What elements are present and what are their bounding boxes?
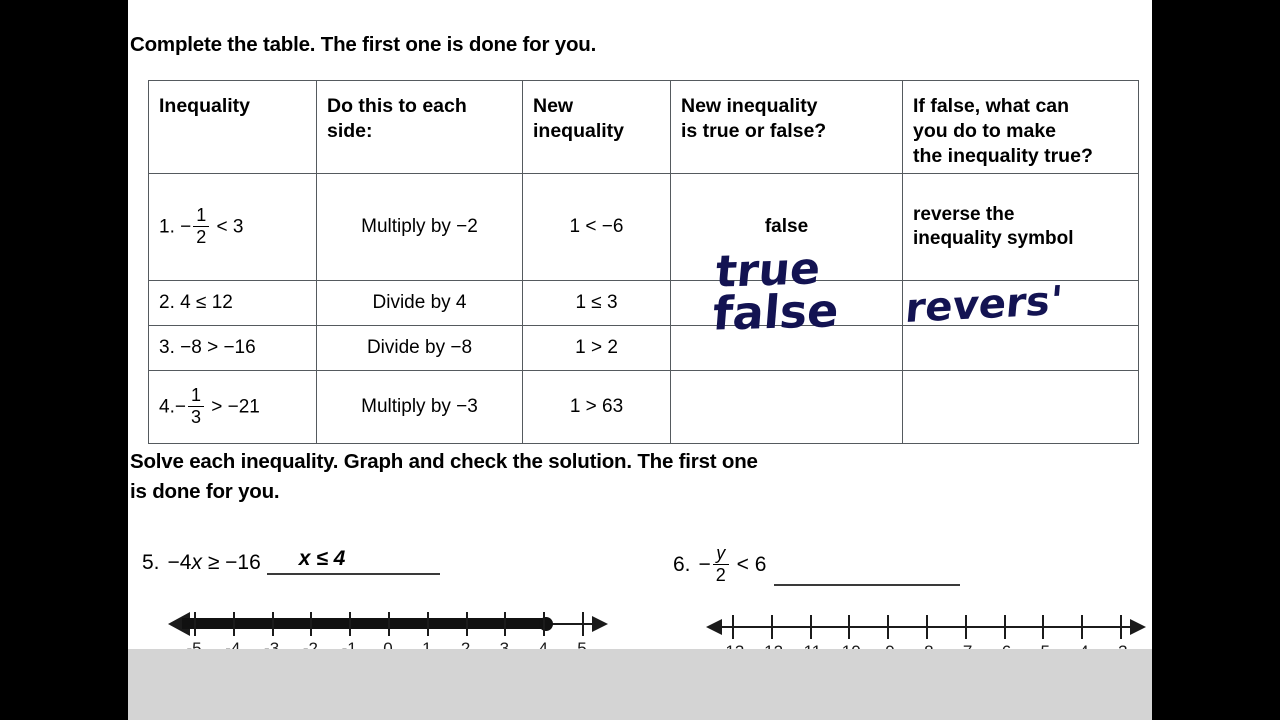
- number-line-tick: [388, 612, 390, 636]
- number-line-tick: [582, 612, 584, 636]
- problem-5-coefficient: −4: [167, 551, 192, 574]
- relation-2: 4 ≤ 12: [180, 292, 233, 313]
- solution-ray-shading: [182, 618, 546, 629]
- heading-solve-each: Solve each inequality. Graph and check t…: [130, 450, 758, 503]
- number-line-tick: [310, 612, 313, 636]
- column-header-if-false: If false, what can you do to make the in…: [902, 80, 1139, 174]
- fraction-y-over-2: y2: [712, 544, 729, 585]
- cell-true-or-false-3[interactable]: [670, 325, 903, 371]
- arrow-right-icon: [592, 616, 608, 632]
- number-line-tick: [1120, 615, 1122, 639]
- number-line-tick: [1081, 615, 1084, 639]
- cell-inequality-4: 4.− 1 3 > −21: [148, 370, 317, 444]
- number-line-tick: [770, 615, 773, 639]
- letterbox-left: [0, 0, 128, 720]
- row-number-2: 2.: [159, 292, 175, 313]
- column-header-true-or-false: New inequality is true or false?: [670, 80, 903, 174]
- problem-5-relation: ≥ −16: [207, 551, 261, 574]
- row-number-1: 1.: [159, 216, 175, 238]
- relation-1: < 3: [216, 216, 244, 238]
- fraction-numerator: y: [712, 544, 729, 565]
- number-line-tick: [809, 615, 812, 639]
- worksheet-page: Complete the table. The first one is don…: [128, 0, 1152, 720]
- fraction-numerator: 1: [193, 205, 210, 227]
- number-line-tick: [543, 612, 546, 636]
- answer-text-5: x ≤ 4: [298, 547, 346, 570]
- cell-inequality-1: 1. −1 2 < 3: [148, 173, 317, 281]
- fraction-denominator: 3: [190, 406, 201, 427]
- cell-fix-2[interactable]: [902, 280, 1139, 326]
- cell-inequality-2: 2. 4 ≤ 12: [148, 280, 317, 326]
- table-row: 1. −1 2 < 3 Multiply by −2 1 < −6 false r…: [148, 173, 1139, 281]
- column-header-new-inequality: New inequality: [522, 80, 671, 174]
- cell-fix-3[interactable]: [902, 325, 1139, 371]
- fraction-one-half: 12: [193, 205, 210, 247]
- table-row: 3. −8 > −16 Divide by −8 1 > 2: [148, 325, 1139, 371]
- row-number-3: 3.: [159, 337, 175, 358]
- cell-true-or-false-2[interactable]: [670, 280, 903, 326]
- answer-blank-6[interactable]: [774, 562, 961, 586]
- table-row: 2. 4 ≤ 12 Divide by 4 1 ≤ 3: [148, 280, 1139, 326]
- number-line-tick: [1042, 615, 1045, 639]
- number-line-tick: [271, 612, 274, 636]
- cell-action-2: Divide by 4: [316, 280, 523, 326]
- number-line-tick: [426, 612, 429, 636]
- column-header-do-this: Do this to each side:: [316, 80, 523, 174]
- problem-6: 6. − y 2 < 6: [673, 544, 961, 586]
- minus-sign-1: −: [180, 216, 192, 238]
- number-line-tick: [232, 612, 235, 636]
- fraction-denominator: 2: [196, 226, 207, 247]
- table-header-row: Inequality Do this to each side: New ine…: [148, 80, 1139, 174]
- cell-action-1: Multiply by −2: [316, 173, 523, 281]
- relation-3: −8 > −16: [180, 337, 256, 358]
- row-number-4: 4.: [159, 396, 175, 418]
- cell-fix-1[interactable]: reverse the inequality symbol: [902, 173, 1139, 281]
- number-line-tick: [848, 615, 851, 639]
- arrow-right-icon: [1130, 619, 1146, 635]
- bottom-gray-band: [128, 649, 1152, 720]
- table-row: 4.− 1 3 > −21 Multiply by −3 1 > 63: [148, 370, 1139, 444]
- number-line-tick: [349, 612, 352, 636]
- number-line-tick: [194, 612, 196, 636]
- fraction-numerator: 1: [187, 385, 204, 407]
- column-header-inequality: Inequality: [148, 80, 317, 174]
- number-line-tick: [504, 612, 507, 636]
- number-line-tick: [1003, 615, 1006, 639]
- cell-new-inequality-1: 1 < −6: [522, 173, 671, 281]
- problem-5-variable: x: [191, 551, 202, 574]
- letterbox-right: [1152, 0, 1280, 720]
- problem-5: 5. −4x ≥ −16 x ≤ 4: [142, 547, 440, 575]
- cell-new-inequality-3: 1 > 2: [522, 325, 671, 371]
- cell-true-or-false-1[interactable]: false: [670, 173, 903, 281]
- minus-sign-4: −: [174, 396, 186, 418]
- answer-blank-5[interactable]: x ≤ 4: [266, 547, 440, 575]
- problem-6-number: 6.: [673, 552, 691, 576]
- arrow-left-icon: [706, 619, 722, 635]
- cell-action-3: Divide by −8: [316, 325, 523, 371]
- screen: Complete the table. The first one is don…: [0, 0, 1280, 720]
- fraction-one-third: 13: [187, 385, 204, 427]
- number-line-tick: [887, 615, 890, 639]
- inequality-table: Inequality Do this to each side: New ine…: [148, 80, 1139, 444]
- cell-new-inequality-4: 1 > 63: [522, 370, 671, 444]
- heading-complete-table: Complete the table. The first one is don…: [130, 33, 597, 56]
- cell-new-inequality-2: 1 ≤ 3: [522, 280, 671, 326]
- endpoint-closed-dot: [539, 617, 553, 631]
- cell-true-or-false-4[interactable]: [670, 370, 903, 444]
- minus-sign-6: −: [698, 552, 711, 576]
- number-line-tick: [964, 615, 967, 639]
- problem-6-relation: < 6: [736, 552, 767, 576]
- cell-fix-4[interactable]: [902, 370, 1139, 444]
- cell-action-4: Multiply by −3: [316, 370, 523, 444]
- number-line-tick: [732, 615, 734, 639]
- relation-4: > −21: [211, 396, 260, 418]
- fraction-denominator: 2: [715, 564, 726, 585]
- cell-inequality-3: 3. −8 > −16: [148, 325, 317, 371]
- number-line-tick: [926, 615, 928, 639]
- number-line-tick: [465, 612, 468, 636]
- problem-5-number: 5.: [142, 551, 160, 574]
